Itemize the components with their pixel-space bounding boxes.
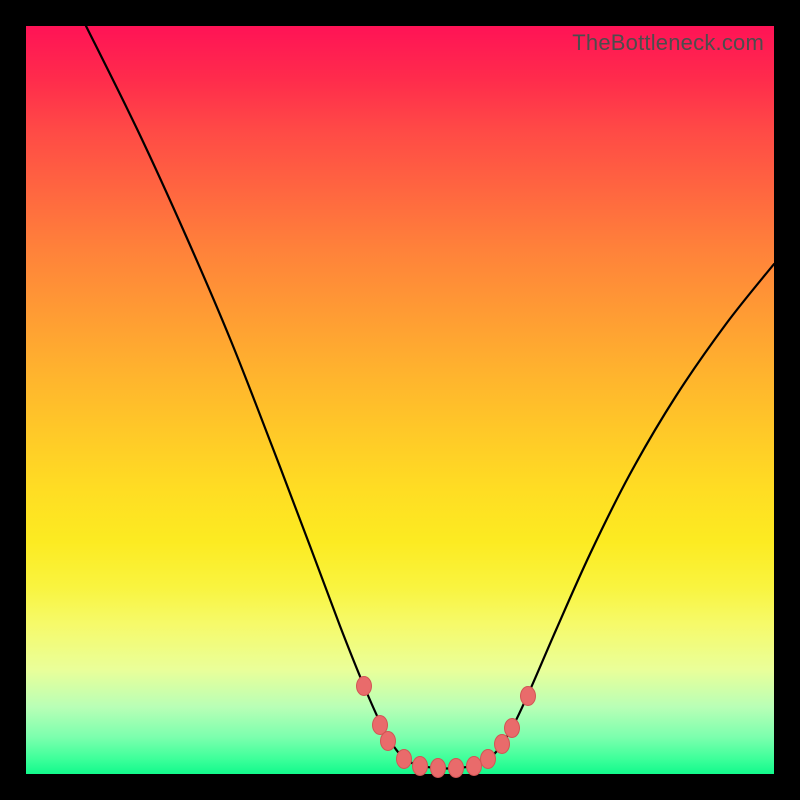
curve-marker (431, 759, 446, 778)
curve-marker (467, 757, 482, 776)
bottleneck-curve (86, 26, 774, 769)
outer-frame: TheBottleneck.com (0, 0, 800, 800)
curve-marker (381, 732, 396, 751)
curve-marker (505, 719, 520, 738)
curve-marker (449, 759, 464, 778)
curve-marker (481, 750, 496, 769)
curve-marker (521, 687, 536, 706)
curve-marker (413, 757, 428, 776)
curve-markers (357, 677, 536, 778)
curve-marker (495, 735, 510, 754)
curve-marker (357, 677, 372, 696)
curve-marker (397, 750, 412, 769)
plot-area: TheBottleneck.com (26, 26, 774, 774)
chart-svg (26, 26, 774, 774)
